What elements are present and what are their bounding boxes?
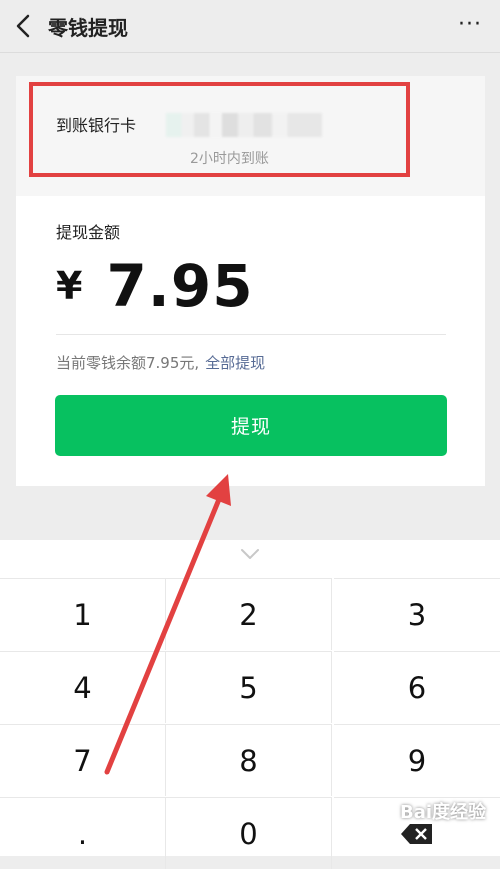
- amount-input[interactable]: ¥ 7.95: [56, 251, 254, 321]
- annotation-highlight-box: [29, 82, 410, 177]
- key-7[interactable]: 7: [0, 724, 166, 796]
- key-8[interactable]: 8: [166, 724, 332, 796]
- back-arrow-icon[interactable]: [14, 13, 34, 39]
- page-title: 零钱提现: [48, 16, 128, 40]
- withdraw-button[interactable]: 提现: [55, 395, 447, 456]
- divider: [56, 334, 446, 335]
- key-1[interactable]: 1: [0, 578, 166, 650]
- key-5[interactable]: 5: [166, 651, 332, 723]
- key-4[interactable]: 4: [0, 651, 166, 723]
- balance-text: 当前零钱余额7.95元, 全部提现: [56, 352, 265, 373]
- key-9[interactable]: 9: [334, 724, 500, 796]
- chevron-down-icon[interactable]: [239, 546, 261, 562]
- more-dots-icon[interactable]: ···: [458, 14, 482, 36]
- key-2[interactable]: 2: [166, 578, 332, 650]
- watermark-logo: Bai度经验: [400, 802, 487, 823]
- withdraw-all-link[interactable]: 全部提现: [205, 354, 265, 372]
- key-3[interactable]: 3: [334, 578, 500, 650]
- header-bar: 零钱提现 ···: [0, 0, 500, 53]
- amount-value: 7.95: [106, 252, 254, 320]
- key-0[interactable]: 0: [166, 797, 332, 869]
- key-6[interactable]: 6: [334, 651, 500, 723]
- balance-amount-text: 当前零钱余额7.95元,: [56, 354, 200, 372]
- key-dot[interactable]: .: [0, 797, 166, 869]
- currency-symbol: ¥: [56, 264, 83, 308]
- amount-label: 提现金额: [56, 223, 121, 242]
